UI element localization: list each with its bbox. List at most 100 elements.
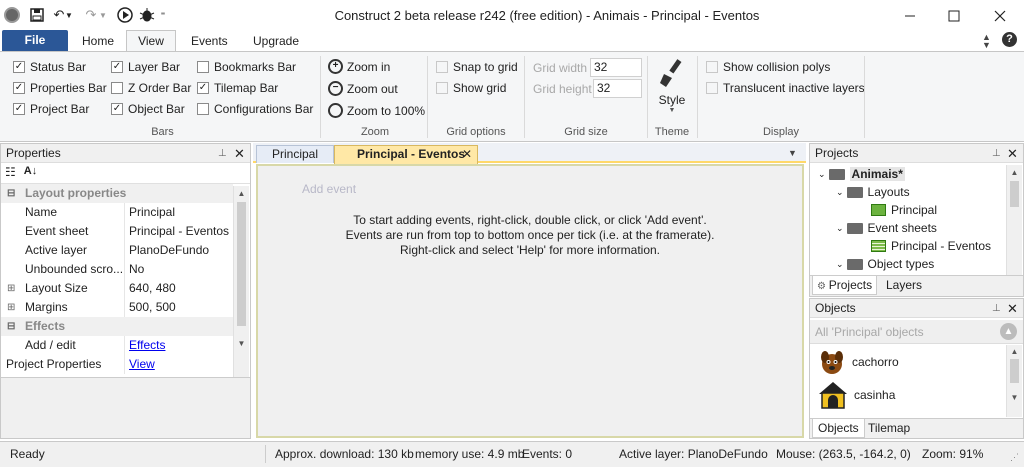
zoom-out-button[interactable]: − Zoom out (328, 78, 425, 99)
help-icon[interactable]: ? (1002, 32, 1017, 47)
chevron-down-icon[interactable]: ⌄ (836, 223, 844, 234)
property-row[interactable]: Active layer PlanoDeFundo (1, 241, 233, 260)
resize-grip-icon[interactable]: ⋰ (1010, 452, 1019, 463)
close-tab-icon[interactable]: ✕ (462, 146, 472, 163)
property-row[interactable]: ⊞ Layout Size 640, 480 (1, 279, 233, 298)
property-category-layout[interactable]: ⊟ Layout properties (1, 184, 233, 203)
expand-icon[interactable]: ⊞ (7, 279, 15, 298)
property-category-effects[interactable]: ⊟ Effects (1, 317, 233, 336)
properties-scrollbar[interactable]: ▲ ▼ (233, 186, 249, 377)
scroll-up-icon[interactable]: ▲ (1007, 345, 1022, 359)
tab-principal-eventos[interactable]: Principal - Eventos ✕ (334, 145, 478, 164)
close-panel-icon[interactable]: ✕ (1007, 144, 1018, 163)
scroll-up-icon[interactable]: ▲ (234, 186, 249, 202)
tabs-dropdown-icon[interactable]: ▼ (788, 148, 797, 158)
tree-item-project[interactable]: ⌄ Animais* (810, 165, 1023, 183)
tree-item-layouts[interactable]: ⌄ Layouts (810, 183, 1023, 201)
close-panel-icon[interactable]: ✕ (234, 144, 245, 163)
checkbox-label: Show collision polys (723, 60, 831, 74)
tab-principal-layout[interactable]: Principal (256, 145, 334, 163)
scroll-thumb[interactable] (237, 202, 246, 326)
maximize-icon[interactable] (932, 4, 976, 28)
bookmarks-bar-checkbox[interactable]: Bookmarks Bar (197, 58, 313, 76)
tree-item-event-sheet-principal[interactable]: Principal - Eventos (810, 237, 1023, 255)
collapse-icon[interactable]: ⊟ (7, 184, 15, 203)
chevron-down-icon[interactable]: ⌄ (818, 169, 826, 180)
property-row[interactable]: Add / edit Effects (1, 336, 233, 355)
status-bar-checkbox[interactable]: ✓ Status Bar (13, 58, 107, 76)
scroll-up-icon[interactable]: ▲ (1007, 165, 1022, 181)
tab-objects[interactable]: Objects (812, 419, 865, 438)
tab-layers[interactable]: Layers (886, 276, 922, 295)
add-event-link[interactable]: Add event (302, 182, 356, 196)
layer-bar-checkbox[interactable]: ✓ Layer Bar (111, 58, 191, 76)
tab-home[interactable]: Home (68, 31, 128, 52)
properties-bar-checkbox[interactable]: ✓ Properties Bar (13, 79, 107, 97)
translucent-inactive-layers-checkbox[interactable]: Translucent inactive layers (706, 79, 865, 97)
property-value[interactable]: PlanoDeFundo (124, 241, 233, 260)
object-item-cachorro[interactable]: cachorro (818, 347, 899, 377)
chevron-down-icon[interactable]: ⌄ (836, 259, 844, 270)
z-order-bar-checkbox[interactable]: Z Order Bar (111, 79, 191, 97)
zoom-100-button[interactable]: Zoom to 100% (328, 100, 425, 121)
show-collision-polys-checkbox[interactable]: Show collision polys (706, 58, 865, 76)
collapse-icon[interactable]: ⊟ (7, 317, 15, 336)
effects-link[interactable]: Effects (124, 336, 233, 355)
pin-icon[interactable]: ⊥ (218, 144, 227, 163)
filter-up-icon[interactable]: ▲ (1000, 323, 1017, 340)
object-item-casinha[interactable]: casinha (818, 379, 895, 411)
ribbon-collapse-icon[interactable]: ▲ ▼ (982, 33, 991, 50)
object-bar-checkbox[interactable]: ✓ Object Bar (111, 100, 191, 118)
show-grid-checkbox[interactable]: Show grid (436, 79, 518, 97)
close-icon[interactable] (978, 4, 1022, 28)
property-row[interactable]: Event sheet Principal - Eventos (1, 222, 233, 241)
property-row[interactable]: ⊞ Margins 500, 500 (1, 298, 233, 317)
minimize-icon[interactable] (888, 4, 932, 28)
categorized-icon[interactable]: ☷ (5, 165, 16, 181)
tab-upgrade[interactable]: Upgrade (239, 31, 313, 52)
window-title: Construct 2 beta release r242 (free edit… (334, 8, 760, 23)
dog-icon (821, 351, 843, 374)
tilemap-bar-checkbox[interactable]: ✓ Tilemap Bar (197, 79, 313, 97)
grid-width-input[interactable]: 32 (590, 58, 642, 77)
property-row[interactable]: Project Properties View (1, 355, 233, 374)
tab-view[interactable]: View (126, 30, 176, 52)
tree-item-object-types[interactable]: ⌄ Object types (810, 255, 1023, 273)
property-value[interactable]: 640, 480 (124, 279, 233, 298)
property-value[interactable]: No (124, 260, 233, 279)
property-row[interactable]: Unbounded scro... No (1, 260, 233, 279)
tab-projects[interactable]: ⚙ Projects (812, 276, 878, 295)
property-category-label: Layout properties (25, 186, 127, 200)
grid-height-input[interactable]: 32 (593, 79, 642, 98)
sort-alpha-icon[interactable]: A↓ (24, 165, 37, 181)
property-value[interactable]: Principal (124, 203, 233, 222)
pin-icon[interactable]: ⊥ (992, 144, 1001, 163)
scroll-thumb[interactable] (1010, 359, 1019, 383)
scroll-thumb[interactable] (1010, 181, 1019, 207)
property-value[interactable]: 500, 500 (124, 298, 233, 317)
property-value[interactable]: Principal - Eventos (124, 222, 233, 241)
snap-to-grid-checkbox[interactable]: Snap to grid (436, 58, 518, 76)
style-button[interactable]: Style ▼ (652, 58, 692, 118)
configurations-bar-checkbox[interactable]: Configurations Bar (197, 100, 313, 118)
projects-scrollbar[interactable]: ▲ (1006, 165, 1022, 275)
tree-item-event-sheets[interactable]: ⌄ Event sheets (810, 219, 1023, 237)
objects-scrollbar[interactable]: ▲ ▼ (1006, 345, 1022, 417)
close-panel-icon[interactable]: ✕ (1007, 299, 1018, 318)
folder-icon (828, 168, 845, 180)
tree-item-layout-principal[interactable]: Principal (810, 201, 1023, 219)
scroll-down-icon[interactable]: ▼ (1007, 383, 1022, 402)
scroll-down-icon[interactable]: ▼ (234, 326, 249, 348)
pin-icon[interactable]: ⊥ (992, 299, 1001, 318)
tab-tilemap[interactable]: Tilemap (868, 419, 910, 438)
chevron-down-icon[interactable]: ⌄ (836, 187, 844, 198)
expand-icon[interactable]: ⊞ (7, 298, 15, 317)
project-bar-checkbox[interactable]: ✓ Project Bar (13, 100, 107, 118)
property-row[interactable]: Name Principal (1, 203, 233, 222)
tab-file[interactable]: File (2, 30, 68, 51)
view-project-properties-link[interactable]: View (124, 355, 233, 374)
zoom-in-button[interactable]: + Zoom in (328, 56, 425, 77)
objects-filter-bar[interactable]: All 'Principal' objects ▲ (810, 320, 1023, 344)
event-sheet-editor[interactable]: Add event To start adding events, right-… (256, 164, 804, 438)
tab-events[interactable]: Events (177, 31, 242, 52)
